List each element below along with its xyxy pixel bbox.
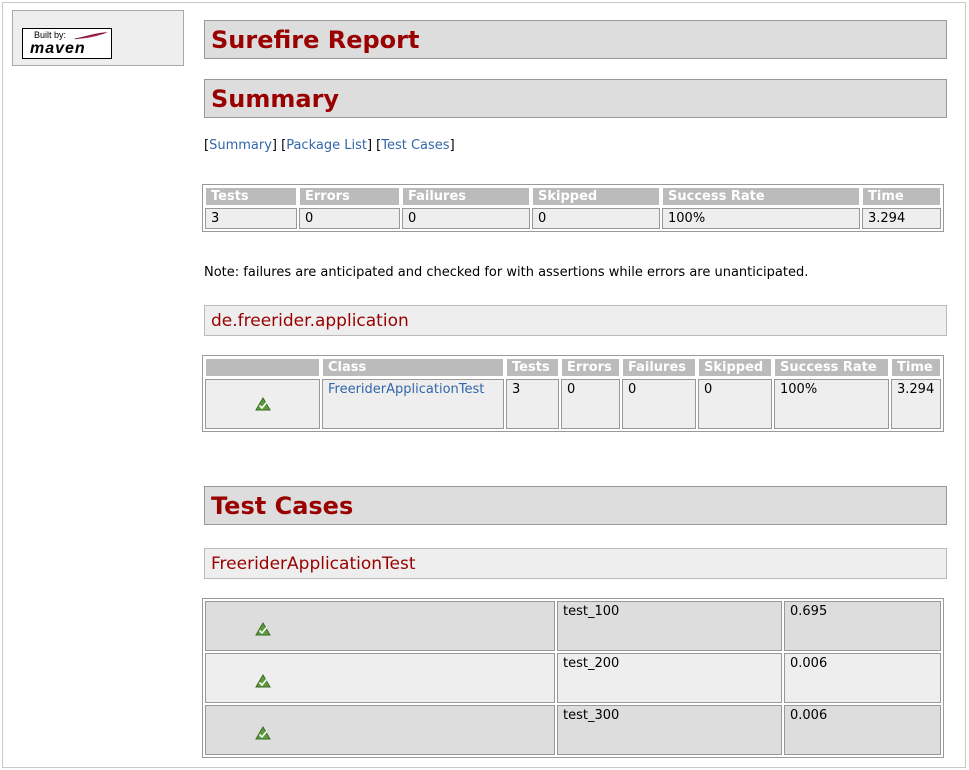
package-table: Class Tests Errors Failures Skipped Succ… <box>202 355 944 432</box>
col-header-time: Time <box>862 187 941 206</box>
test-class-heading: FreeriderApplicationTest <box>204 548 947 579</box>
cell-tests: 3 <box>205 208 297 229</box>
cell-time: 3.294 <box>862 208 941 229</box>
success-icon <box>254 397 271 411</box>
cell-failures: 0 <box>402 208 530 229</box>
built-by-label: Built by: <box>34 30 67 40</box>
cell-time: 0.695 <box>784 601 941 651</box>
class-link[interactable]: FreeriderApplicationTest <box>328 382 484 397</box>
col-header-status <box>205 358 320 377</box>
col-header-failures: Failures <box>622 358 696 377</box>
nav-summary-link[interactable]: Summary <box>209 138 272 153</box>
success-icon <box>255 726 271 740</box>
note-text: Note: failures are anticipated and check… <box>204 265 809 280</box>
col-header-class: Class <box>322 358 504 377</box>
maven-brand: maven <box>30 40 86 57</box>
col-header-skipped: Skipped <box>698 358 772 377</box>
cell-skipped: 0 <box>532 208 660 229</box>
col-header-success-rate: Success Rate <box>662 187 860 206</box>
section-nav: [Summary] [Package List] [Test Cases] <box>204 138 455 153</box>
cell-test-name: test_200 <box>557 653 782 703</box>
nav-package-list-link[interactable]: Package List <box>286 138 367 153</box>
cell-time: 0.006 <box>784 705 941 755</box>
page-title: Surefire Report <box>204 20 947 59</box>
cell-class: FreeriderApplicationTest <box>322 379 504 429</box>
col-header-failures: Failures <box>402 187 530 206</box>
col-header-tests: Tests <box>506 358 559 377</box>
col-header-errors: Errors <box>561 358 620 377</box>
table-row: test_100 0.695 <box>205 601 941 651</box>
nav-test-cases-link[interactable]: Test Cases <box>381 138 449 153</box>
cell-status <box>205 601 555 651</box>
cell-status <box>205 379 320 429</box>
col-header-errors: Errors <box>299 187 400 206</box>
cell-status <box>205 705 555 755</box>
summary-heading: Summary <box>204 79 947 118</box>
cell-skipped: 0 <box>698 379 772 429</box>
cell-errors: 0 <box>561 379 620 429</box>
cell-time: 3.294 <box>891 379 941 429</box>
cell-tests: 3 <box>506 379 559 429</box>
col-header-tests: Tests <box>205 187 297 206</box>
test-cases-heading: Test Cases <box>204 486 947 525</box>
table-row: 3 0 0 0 100% 3.294 <box>205 208 941 229</box>
success-icon <box>255 674 271 688</box>
table-row: FreeriderApplicationTest 3 0 0 0 100% 3.… <box>205 379 941 429</box>
table-header-row: Tests Errors Failures Skipped Success Ra… <box>205 187 941 206</box>
summary-table: Tests Errors Failures Skipped Success Ra… <box>202 184 944 232</box>
cell-success-rate: 100% <box>662 208 860 229</box>
left-column: Built by: maven <box>12 10 184 66</box>
package-heading: de.freerider.application <box>204 305 947 336</box>
cell-success-rate: 100% <box>774 379 889 429</box>
cell-test-name: test_100 <box>557 601 782 651</box>
table-row: test_200 0.006 <box>205 653 941 703</box>
test-cases-table: test_100 0.695 test_200 0.006 test_300 0… <box>202 598 944 758</box>
success-icon <box>255 622 271 636</box>
cell-status <box>205 653 555 703</box>
cell-failures: 0 <box>622 379 696 429</box>
table-row: test_300 0.006 <box>205 705 941 755</box>
col-header-time: Time <box>891 358 941 377</box>
cell-errors: 0 <box>299 208 400 229</box>
col-header-success-rate: Success Rate <box>774 358 889 377</box>
cell-test-name: test_300 <box>557 705 782 755</box>
cell-time: 0.006 <box>784 653 941 703</box>
table-header-row: Class Tests Errors Failures Skipped Succ… <box>205 358 941 377</box>
col-header-skipped: Skipped <box>532 187 660 206</box>
built-by-maven-logo[interactable]: Built by: maven <box>22 28 112 59</box>
